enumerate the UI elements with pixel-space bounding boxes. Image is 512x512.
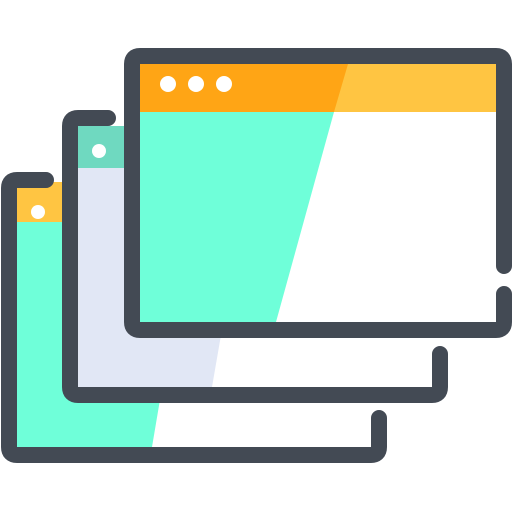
stacked-browser-windows-icon <box>1 48 512 463</box>
front-window-dot-1 <box>160 76 176 92</box>
icon-canvas <box>0 0 512 512</box>
back-window-dot <box>31 205 45 219</box>
front-window-dot-3 <box>216 76 232 92</box>
middle-window-dot <box>92 144 106 158</box>
front-window-dot-2 <box>188 76 204 92</box>
front-window <box>124 48 512 338</box>
